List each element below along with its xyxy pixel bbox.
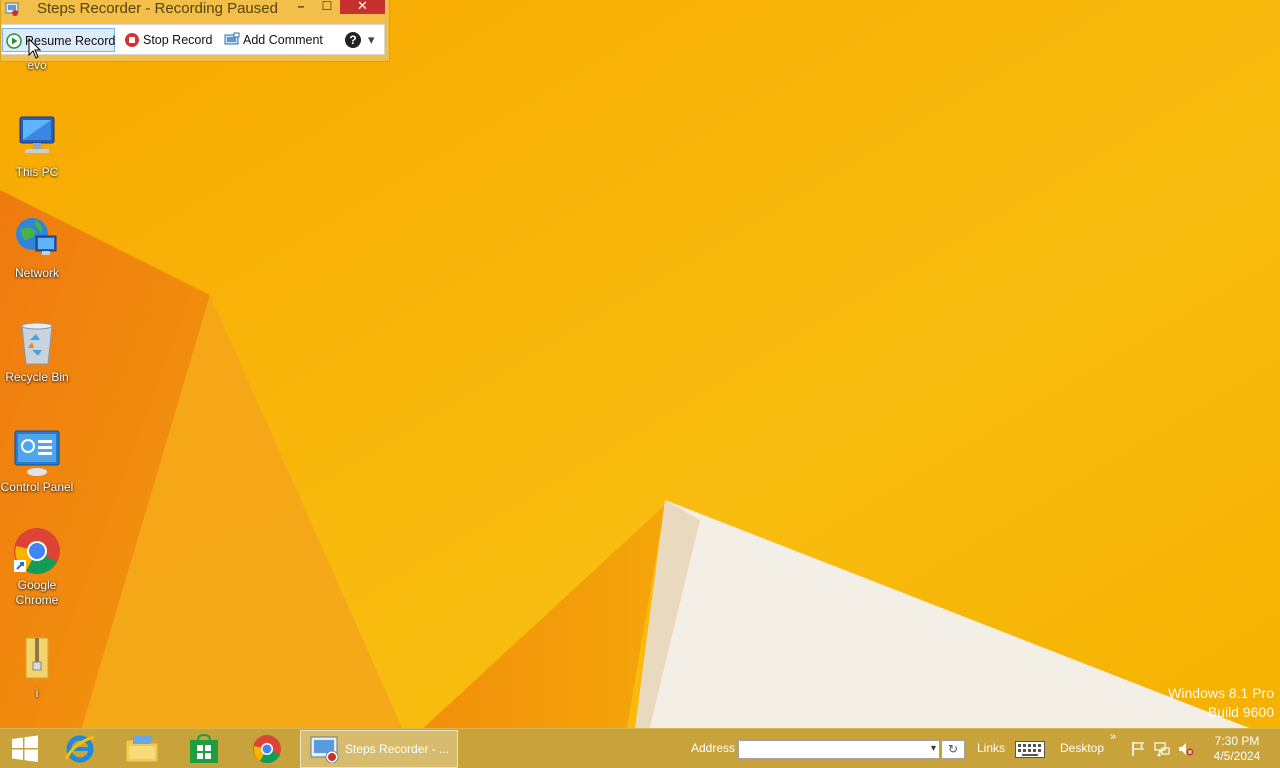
chrome-icon [253, 735, 281, 764]
add-comment-button[interactable]: Add Comment [221, 28, 331, 52]
minimize-button[interactable]: – [293, 0, 309, 14]
network-icon [12, 214, 62, 264]
stop-record-label: Stop Record [143, 33, 213, 47]
refresh-icon: ↻ [947, 742, 959, 756]
settings-dropdown-button[interactable]: ▾ [368, 28, 382, 52]
recorder-toolbar: Resume Record Stop Record Add Comment ? … [1, 24, 385, 55]
stop-icon [125, 33, 139, 47]
windows-logo-icon [12, 735, 38, 762]
desktop-icon-google-chrome[interactable]: Google Chrome [0, 526, 74, 608]
start-button[interactable] [0, 730, 50, 768]
taskbar-store[interactable] [174, 730, 234, 768]
desktop-icon-this-pc[interactable]: This PC [0, 113, 74, 180]
play-icon [6, 33, 22, 49]
links-toolbar[interactable]: Links [977, 741, 1005, 755]
network-status-icon[interactable] [1154, 741, 1170, 757]
help-button[interactable]: ? [343, 28, 363, 52]
steps-recorder-icon [310, 736, 339, 763]
taskbar-file-explorer[interactable] [112, 730, 172, 768]
chrome-icon [12, 526, 62, 576]
steps-recorder-app-icon[interactable] [5, 2, 19, 16]
desktop-icon-label: Google Chrome [15, 578, 59, 607]
volume-muted-icon[interactable] [1178, 741, 1194, 757]
desktop-icon-label: Control Panel [0, 480, 74, 494]
desktop-icon-i[interactable]: i [0, 634, 74, 701]
clock-time: 7:30 PM [1214, 734, 1260, 748]
close-button[interactable]: ✕ [340, 0, 385, 14]
taskbar-steps-recorder[interactable]: Steps Recorder - ... [300, 730, 458, 768]
desktop-icon-label: This PC [15, 165, 59, 179]
system-clock[interactable]: 7:30 PM 4/5/2024 [1206, 734, 1268, 764]
watermark-edition: Windows 8.1 Pro [1168, 685, 1274, 701]
steps-recorder-window: Steps Recorder - Recording Paused – ☐ ✕ … [0, 0, 390, 62]
address-input[interactable]: ▾ [738, 740, 940, 759]
maximize-button[interactable]: ☐ [319, 0, 335, 14]
touch-keyboard-icon[interactable] [1015, 741, 1045, 758]
action-center-flag-icon[interactable] [1130, 741, 1146, 757]
zip-folder-icon [12, 634, 62, 684]
clock-date: 4/5/2024 [1213, 749, 1261, 763]
mouse-cursor-icon [28, 38, 42, 59]
chevron-down-icon[interactable]: ▾ [931, 743, 936, 754]
store-icon [190, 734, 218, 763]
recycle-bin-icon [12, 318, 62, 368]
toolbar-overflow-icon[interactable]: » [1110, 731, 1116, 743]
desktop-icon-network[interactable]: Network [0, 214, 74, 281]
desktop-wallpaper [0, 0, 1280, 768]
help-icon: ? [345, 32, 361, 48]
window-title: Steps Recorder - Recording Paused [37, 0, 278, 17]
taskbar-internet-explorer[interactable] [50, 730, 110, 768]
address-toolbar-label: Address [691, 741, 736, 755]
watermark-build: Build 9600 [1207, 704, 1274, 720]
file-explorer-icon [125, 736, 159, 763]
windows-version-watermark: Windows 8.1 Pro Build 9600 [1168, 684, 1274, 722]
refresh-button[interactable]: ↻ [941, 740, 965, 759]
help-glyph: ? [349, 33, 356, 47]
desktop-toolbar[interactable]: Desktop [1060, 741, 1104, 755]
taskbar-steps-recorder-label: Steps Recorder - ... [345, 742, 450, 756]
desktop-icon-label: Recycle Bin [5, 370, 69, 384]
internet-explorer-icon [64, 735, 95, 763]
computer-icon [12, 113, 62, 163]
desktop-icon-recycle-bin[interactable]: Recycle Bin [0, 318, 74, 385]
add-comment-label: Add Comment [243, 33, 323, 47]
desktop-icon-control-panel[interactable]: Control Panel [0, 428, 74, 495]
desktop-icon-label: i [35, 686, 39, 700]
desktop-icon-label: Network [14, 266, 59, 280]
taskbar-google-chrome[interactable] [236, 730, 296, 768]
resume-record-button[interactable]: Resume Record [2, 28, 115, 52]
stop-record-button[interactable]: Stop Record [121, 28, 215, 52]
comment-icon [224, 32, 240, 45]
control-panel-icon [12, 428, 62, 478]
taskbar: Steps Recorder - ... Address ▾ ↻ Links D… [0, 728, 1280, 768]
title-bar[interactable]: Steps Recorder - Recording Paused – ☐ ✕ [1, 0, 391, 20]
